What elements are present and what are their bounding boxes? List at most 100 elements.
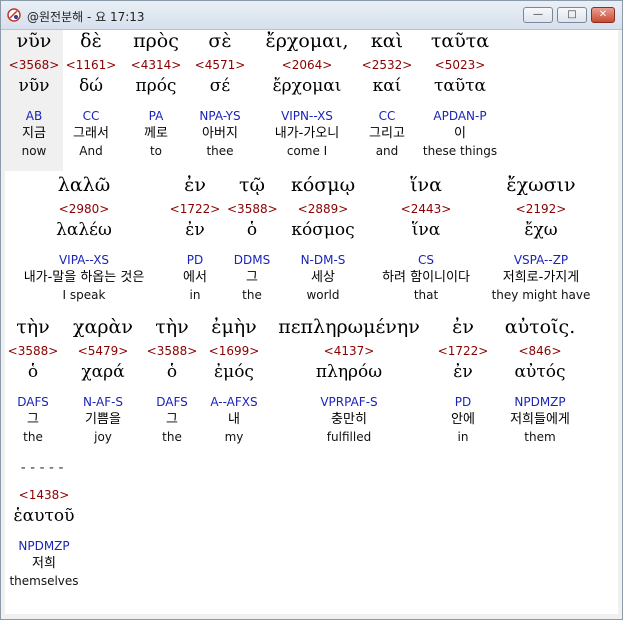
english-gloss: that [413, 288, 439, 302]
korean-gloss: 안에 [451, 412, 475, 427]
strong-number[interactable]: <2980> [5, 200, 163, 222]
lexical-form: ὁ [246, 220, 258, 240]
strong-number[interactable]: <4137> [271, 342, 427, 364]
strong-number[interactable]: <2532> [358, 56, 416, 78]
greek-word: τὴν [16, 316, 50, 338]
english-gloss: world [306, 288, 340, 302]
word-cell[interactable]: ταῦτα <5023> ταῦτα APDAN-P 이 these thing… [416, 30, 504, 159]
strong-number[interactable]: <5479> [67, 342, 139, 364]
lexical-form: ἐν [453, 362, 473, 382]
word-cell[interactable]: <1438> ἑαυτοῦ NPDMZP 저희 themselves [5, 486, 83, 589]
strong-number[interactable]: <1722> [437, 342, 489, 364]
parsing-code: APDAN-P [433, 109, 487, 123]
korean-gloss: 그래서 [73, 126, 109, 141]
word-cell[interactable]: αὐτοῖς. <846> αὐτός NPDMZP 저희들에게 them [493, 316, 587, 445]
strong-number[interactable]: <4571> [191, 56, 249, 78]
strong-number[interactable]: <3588> [227, 200, 278, 222]
parsing-code: NPDMZP [514, 395, 566, 409]
greek-word: ἔχωσιν [506, 174, 576, 196]
english-gloss: they might have [491, 288, 591, 302]
app-logo-icon [7, 7, 21, 22]
minimize-button[interactable]: — [523, 7, 553, 23]
window-title: @원전분해 - 요 17:13 [27, 10, 145, 24]
korean-gloss: 하려 함이니이다 [382, 270, 470, 285]
greek-word: πρὸς [133, 30, 179, 52]
lexical-form: ἔρχομαι [272, 76, 342, 96]
title-bar[interactable]: @원전분해 - 요 17:13 — □ ✕ [1, 1, 622, 30]
strong-number[interactable]: <4314> [123, 56, 189, 78]
parsing-code: N-DM-S [300, 253, 346, 267]
english-gloss: the [162, 430, 182, 444]
lexical-form: πρός [135, 76, 177, 96]
greek-word: ἔρχομαι, [265, 30, 349, 52]
strong-number[interactable]: <2889> [283, 200, 363, 222]
strong-number[interactable]: <1438> [5, 486, 83, 508]
word-cell[interactable]: ἵνα <2443> ἵνα CS 하려 함이니이다 that [363, 174, 489, 303]
greek-word: ἐν [452, 316, 474, 338]
lexical-form: καί [372, 76, 402, 96]
korean-gloss: 그 [27, 412, 39, 427]
greek-word: ἵνα [410, 174, 442, 196]
parsing-code: CC [378, 109, 396, 123]
english-gloss: these things [422, 144, 498, 158]
close-button[interactable]: ✕ [591, 7, 615, 23]
strong-number[interactable]: <2192> [489, 200, 593, 222]
word-cell[interactable]: ἐν <1722> ἐν PD 안에 in [437, 316, 489, 445]
english-gloss: And [79, 144, 103, 158]
word-cell[interactable]: πρὸς <4314> πρός PA 께로 to [123, 30, 189, 159]
greek-word: ἐμὴν [211, 316, 257, 338]
parsing-code: VIPA--XS [58, 253, 110, 267]
lexical-form: δώ [78, 76, 104, 96]
parsing-code: DAFS [17, 395, 49, 409]
maximize-button[interactable]: □ [557, 7, 587, 23]
lexical-form: νῦν [18, 76, 50, 96]
word-cell[interactable]: κόσμῳ <2889> κόσμος N-DM-S 세상 world [283, 174, 363, 303]
greek-word: νῦν [16, 30, 52, 52]
parsing-code: PA [148, 109, 164, 123]
strong-number[interactable]: <2443> [363, 200, 489, 222]
word-cell[interactable]: τὴν <3588> ὁ DAFS 그 the [5, 316, 61, 445]
korean-gloss: 그 [246, 270, 258, 285]
greek-word: σὲ [208, 30, 232, 52]
lexical-form: ἐν [185, 220, 205, 240]
word-cell[interactable]: ἐν <1722> ἐν PD 에서 in [167, 174, 223, 303]
strong-number[interactable]: <1699> [201, 342, 267, 364]
korean-gloss: 그리고 [369, 126, 405, 141]
korean-gloss: 저희 [32, 556, 56, 571]
word-cell[interactable]: χαρὰν <5479> χαρά N-AF-S 기쁨을 joy [67, 316, 139, 445]
lexical-form: πληρόω [315, 362, 383, 382]
word-cell[interactable]: σὲ <4571> σέ NPA-YS 아버지 thee [191, 30, 249, 159]
korean-gloss: 기쁨을 [85, 412, 121, 427]
word-cell[interactable]: ἔρχομαι, <2064> ἔρχομαι VIPN--XS 내가-가오니 … [255, 30, 359, 159]
strong-number[interactable]: <1161> [64, 56, 118, 78]
close-icon: ✕ [598, 9, 608, 20]
word-cell[interactable]: ἐμὴν <1699> ἐμός A--AFXS 내 my [201, 316, 267, 445]
strong-number[interactable]: <3588> [5, 342, 61, 364]
greek-word: δὲ [80, 30, 102, 52]
word-cell[interactable]: πεπληρωμένην <4137> πληρόω VPRPAF-S 충만히 … [271, 316, 427, 445]
strong-number[interactable]: <3588> [143, 342, 201, 364]
strong-number[interactable]: <1722> [167, 200, 223, 222]
parsing-code: CC [82, 109, 100, 123]
word-cell[interactable]: καὶ <2532> καί CC 그리고 and [358, 30, 416, 159]
parsing-code: CS [418, 253, 434, 267]
word-cell[interactable]: λαλῶ <2980> λαλέω VIPA--XS 내가-말을 하옵는 것은 … [5, 174, 163, 303]
korean-gloss: 께로 [144, 126, 168, 141]
korean-gloss: 저희들에게 [510, 412, 570, 427]
parsing-code: VPRPAF-S [320, 395, 378, 409]
strong-number[interactable]: <2064> [255, 56, 359, 78]
strong-number[interactable]: <5023> [416, 56, 504, 78]
word-cell[interactable]: τὴν <3588> ὁ DAFS 그 the [143, 316, 201, 445]
word-cell[interactable]: νῦν <3568> νῦν AB 지금 now [5, 30, 63, 171]
strong-number[interactable]: <3568> [5, 56, 63, 78]
lexical-form: ὁ [27, 362, 39, 382]
word-cell[interactable]: τῷ <3588> ὁ DDMS 그 the [227, 174, 278, 303]
strong-number[interactable]: <846> [493, 342, 587, 364]
interlinear-view: νῦν <3568> νῦν AB 지금 now δὲ <1161> δώ CC… [5, 30, 618, 614]
english-gloss: I speak [62, 288, 106, 302]
word-cell[interactable]: ἔχωσιν <2192> ἔχω VSPA--ZP 저희로-가지게 they … [489, 174, 593, 303]
word-cell[interactable]: δὲ <1161> δώ CC 그래서 And [64, 30, 118, 159]
parsing-code: N-AF-S [82, 395, 124, 409]
korean-gloss: 에서 [183, 270, 207, 285]
english-gloss: and [375, 144, 399, 158]
